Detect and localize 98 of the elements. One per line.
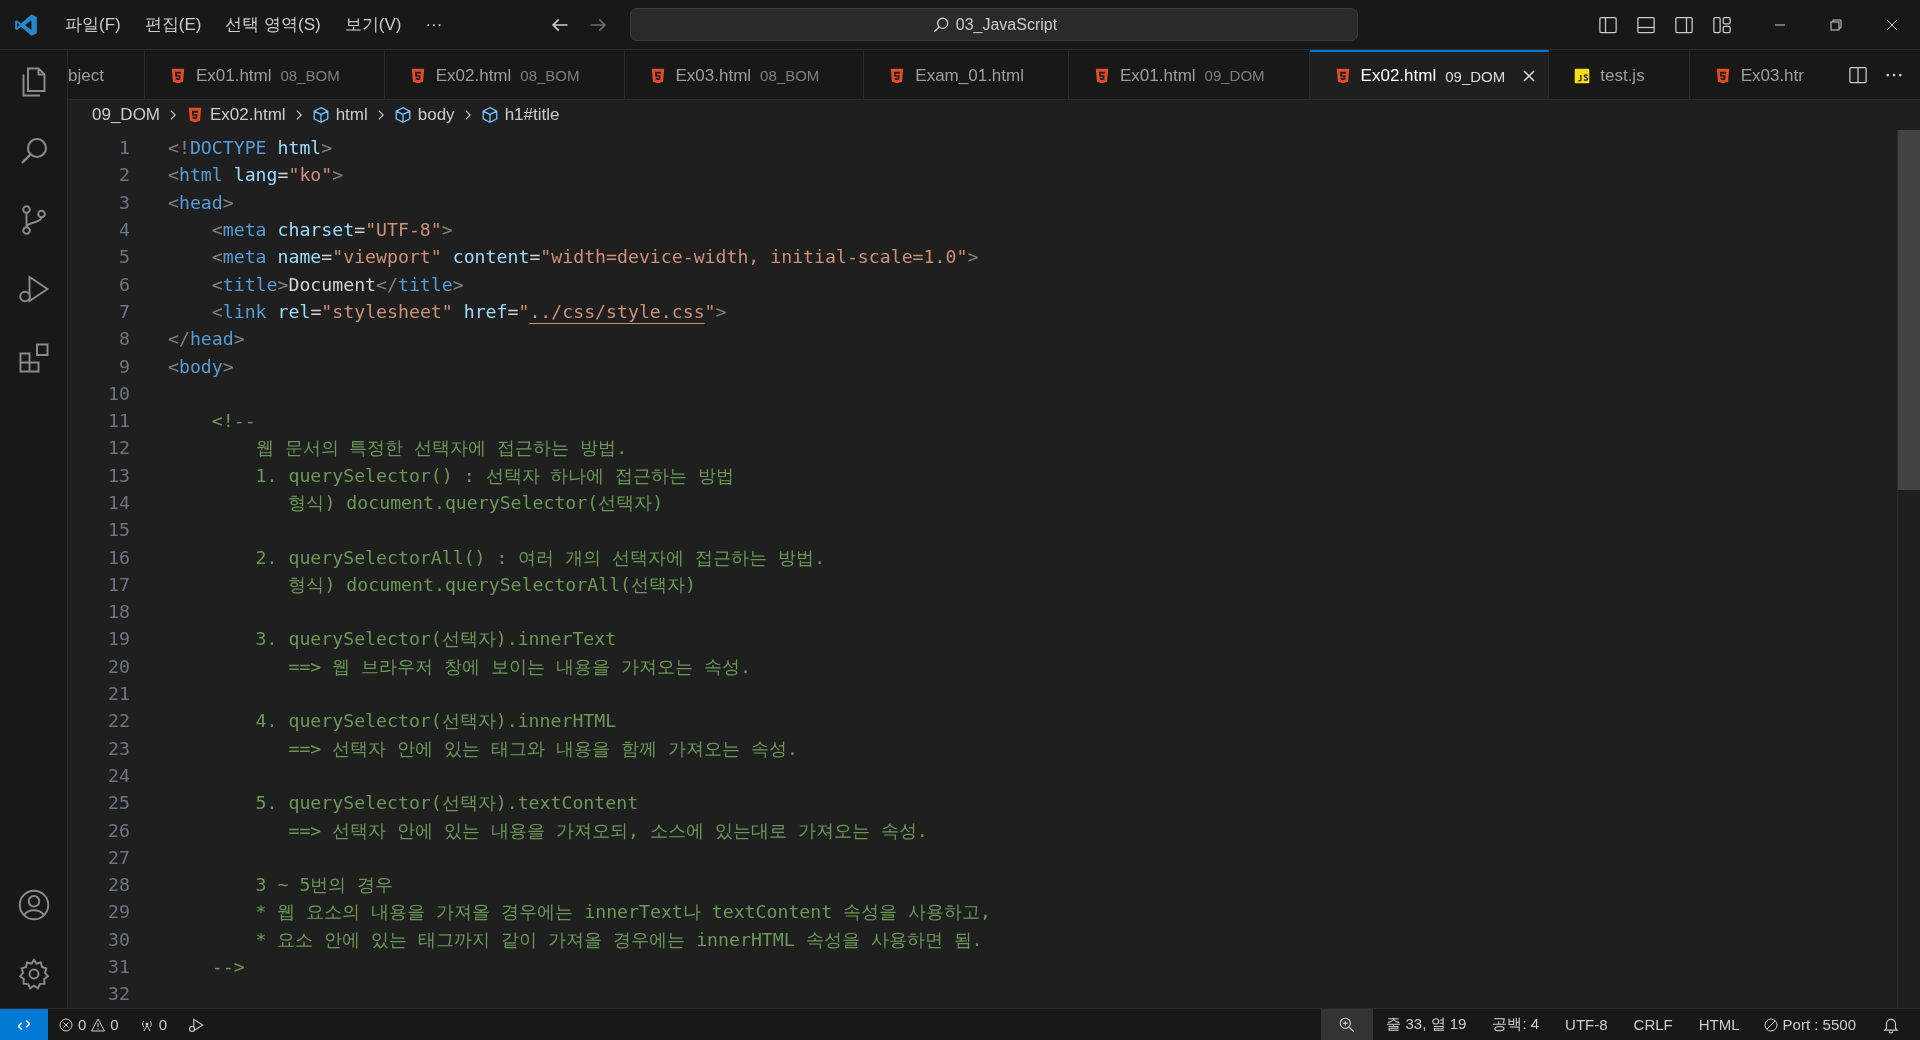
line-number: 7 [118, 300, 130, 322]
line-number: 31 [107, 956, 130, 978]
code-line: 웹 문서의 특정한 선택자에 접근하는 방법. [254, 436, 628, 461]
code-line: <meta charset="UTF-8"> [210, 219, 453, 241]
cube-icon [480, 106, 499, 124]
toggle-sidebar-icon[interactable] [1598, 14, 1618, 35]
code-line: </head> [168, 328, 245, 350]
line-number: 28 [107, 874, 130, 896]
scrollbar[interactable] [1898, 130, 1920, 490]
code-line: 2. querySelectorAll() : 여러 개의 선택자에 접근하는 방법. [254, 545, 826, 570]
editor-tab[interactable]: bject [68, 50, 145, 99]
menu-item[interactable]: 선택 영역(S) [225, 13, 321, 36]
breadcrumb-item[interactable]: html [311, 105, 368, 125]
breadcrumb-item[interactable]: 09_DOM [92, 105, 161, 125]
line-number: 1 [118, 137, 130, 159]
app-logo-icon [13, 11, 39, 38]
menu-item[interactable]: 보기(V) [344, 13, 402, 36]
html-file-icon [1093, 66, 1111, 85]
cursor-position[interactable]: 줄 33, 열 19 [1373, 1015, 1480, 1034]
code-line: * 요소 안에 있는 태그까지 같이 가져올 경우에는 innerHTML 속성을 사용하면 됨. [254, 927, 983, 952]
restore-icon[interactable] [1828, 16, 1844, 33]
code-line: 3 ~ 5번의 경우 [254, 873, 394, 898]
language-mode[interactable]: HTML [1685, 1016, 1753, 1033]
line-number: 22 [107, 710, 130, 732]
code-line: 1. querySelector() : 선택자 하나에 접근하는 방법 [254, 463, 735, 488]
line-number: 6 [118, 273, 130, 295]
error-icon [58, 1016, 74, 1033]
line-number: 9 [118, 355, 130, 377]
menu-item[interactable]: ··· [425, 14, 443, 35]
line-number: 2 [118, 164, 130, 186]
code-line: 형식) document.querySelector(선택자) [287, 491, 664, 515]
line-number: 15 [107, 519, 130, 541]
menu-item[interactable]: 파일(F) [65, 13, 121, 36]
ports-status[interactable]: 0 [128, 1016, 178, 1033]
line-number: 17 [107, 573, 130, 595]
code-line: 5. querySelector(선택자).textContent [254, 791, 639, 816]
cube-icon [393, 106, 412, 124]
code-line: 형식) document.querySelectorAll(선택자) [287, 572, 696, 597]
code-line: * 웹 요소의 내용을 가져올 경우에는 innerText나 textContent 속성을 사용하고, [254, 900, 992, 925]
code-line: <html lang="ko"> [168, 164, 344, 186]
zoom-button[interactable] [1321, 1009, 1374, 1040]
line-number: 16 [107, 546, 130, 568]
command-center-search[interactable]: 03_JavaScript [630, 8, 1359, 41]
cube-icon [311, 106, 330, 124]
toggle-secondary-sidebar-icon[interactable] [1674, 14, 1694, 35]
code-line: ==> 선택자 안에 있는 태그와 내용을 함께 가져오는 속성. [287, 736, 798, 761]
breadcrumb-item[interactable]: body [393, 105, 455, 125]
problems-status[interactable]: 0 0 [48, 1016, 129, 1033]
line-number: 23 [107, 737, 130, 759]
line-number: 26 [107, 819, 130, 841]
line-number: 32 [107, 983, 130, 1005]
encoding-status[interactable]: UTF-8 [1552, 1016, 1621, 1033]
line-number: 19 [107, 628, 130, 650]
search-icon [931, 15, 950, 34]
line-number: 13 [107, 464, 130, 486]
menu-item[interactable]: 편집(E) [144, 13, 202, 36]
line-number: 8 [118, 328, 130, 350]
toggle-panel-icon[interactable] [1636, 14, 1656, 35]
line-number: 3 [118, 191, 130, 213]
code-line: <!-- [210, 410, 256, 432]
line-number: 10 [107, 382, 130, 404]
indentation-status[interactable]: 공백: 4 [1479, 1015, 1553, 1034]
js-file-icon [1573, 66, 1592, 85]
line-number: 21 [107, 683, 130, 705]
code-line: <link rel="stylesheet" href="../css/style.css"> [210, 300, 727, 322]
line-number: 4 [118, 219, 130, 241]
line-number: 12 [107, 437, 130, 459]
code-line: ==> 웹 브라우저 창에 보이는 내용을 가져오는 속성. [287, 654, 751, 679]
code-line: ==> 선택자 안에 있는 내용을 가져오되, 소스에 있는대로 가져오는 속성. [287, 818, 928, 843]
code-line: 4. querySelector(선택자).innerHTML [254, 709, 617, 734]
line-number: 25 [107, 792, 130, 814]
code-line: <title>Document</title> [210, 273, 464, 295]
line-number: 20 [107, 655, 130, 677]
prohibited-icon [1762, 1016, 1779, 1033]
zoom-in-icon [1338, 1015, 1357, 1034]
line-number: 18 [107, 601, 130, 623]
live-server-status[interactable]: Port : 5500 [1752, 1016, 1866, 1033]
breadcrumb-item[interactable]: h1#title [480, 105, 560, 125]
line-number: 14 [107, 492, 130, 513]
code-line: <meta name="viewport" content="width=device-width, initial-scale=1.0"> [210, 246, 979, 268]
line-number: 5 [118, 246, 130, 268]
code-line: --> [210, 956, 245, 978]
breadcrumb-item[interactable]: Ex02.html [186, 105, 286, 125]
warning-icon [90, 1016, 107, 1033]
line-number: 27 [107, 846, 130, 868]
layout-icon[interactable] [1712, 14, 1732, 35]
code-line: <!DOCTYPE html> [168, 137, 333, 159]
split-editor-icon[interactable] [1848, 64, 1868, 85]
editor-tab[interactable]: Ex02.html 09_DOM [1309, 50, 1550, 99]
line-number: 30 [107, 928, 130, 950]
line-number: 24 [107, 764, 130, 786]
run-debug-icon[interactable] [187, 1015, 206, 1034]
line-number: 11 [107, 410, 130, 432]
code-line: 3. querySelector(선택자).innerText [254, 627, 617, 652]
line-ending-status[interactable]: CRLF [1620, 1016, 1686, 1033]
code-line: <body> [168, 355, 234, 377]
code-line: <head> [168, 191, 234, 213]
line-number: 29 [107, 901, 130, 923]
